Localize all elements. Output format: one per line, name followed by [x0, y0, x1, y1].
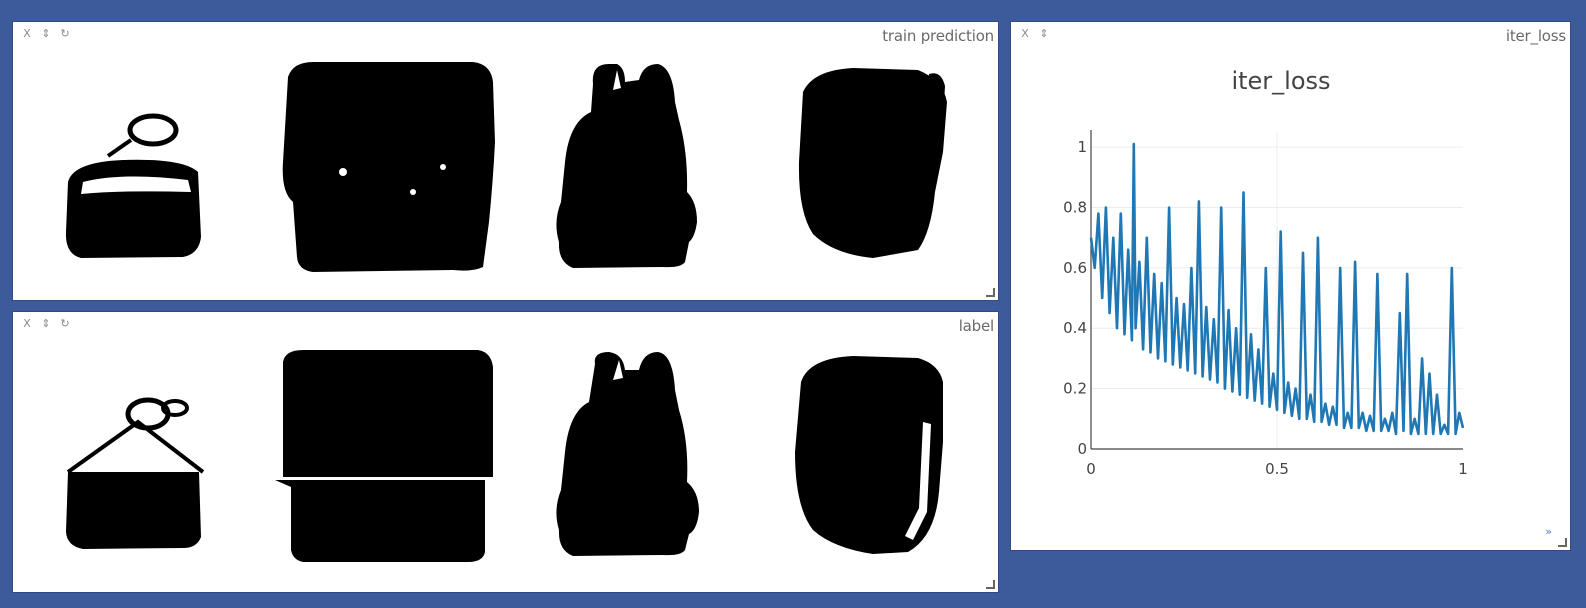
iter-loss-pane: X ⇕ iter_loss iter_loss 0 0.2 0.4 0.6 0.8 1 0 0… [1010, 21, 1571, 551]
y-tick-label: 0.6 [1063, 259, 1087, 277]
x-tick-label: 0.5 [1265, 460, 1289, 478]
label-pane: X ⇕ ↻ label [12, 311, 999, 593]
backpack-mask [556, 64, 697, 268]
y-tick-label: 0.4 [1063, 319, 1087, 337]
handbag-mask [66, 397, 205, 549]
expand-icon[interactable]: » [1545, 525, 1552, 538]
pane-title: iter_loss [1505, 27, 1566, 45]
bag-mask [795, 356, 943, 554]
bag-mask [798, 68, 947, 258]
iter-loss-chart[interactable]: iter_loss 0 0.2 0.4 0.6 0.8 1 0 0.5 1 [1011, 22, 1570, 550]
resize-handle[interactable] [986, 288, 995, 297]
label-image-strip [66, 350, 943, 562]
resize-handle[interactable] [986, 580, 995, 589]
backpack-mask [556, 352, 699, 556]
train-prediction-pane: X ⇕ ↻ train prediction [12, 21, 999, 301]
chart-title: iter_loss [1231, 67, 1330, 95]
y-tick-label: 0.8 [1063, 198, 1087, 216]
y-tick-label: 0 [1077, 440, 1087, 458]
x-tick-label: 0 [1086, 460, 1096, 478]
prediction-image-strip [65, 62, 947, 272]
pane-controls: X ⇕ [1019, 27, 1050, 41]
y-tick-label: 1 [1077, 138, 1087, 156]
suitcase-mask [282, 62, 495, 272]
x-tick-label: 1 [1458, 460, 1468, 478]
resize-handle[interactable] [1558, 538, 1567, 547]
close-icon[interactable]: X [1019, 27, 1031, 41]
suitcase-mask [275, 350, 493, 562]
resize-icon[interactable]: ⇕ [1038, 27, 1050, 41]
handbag-mask [65, 113, 201, 258]
y-tick-label: 0.2 [1063, 380, 1087, 398]
